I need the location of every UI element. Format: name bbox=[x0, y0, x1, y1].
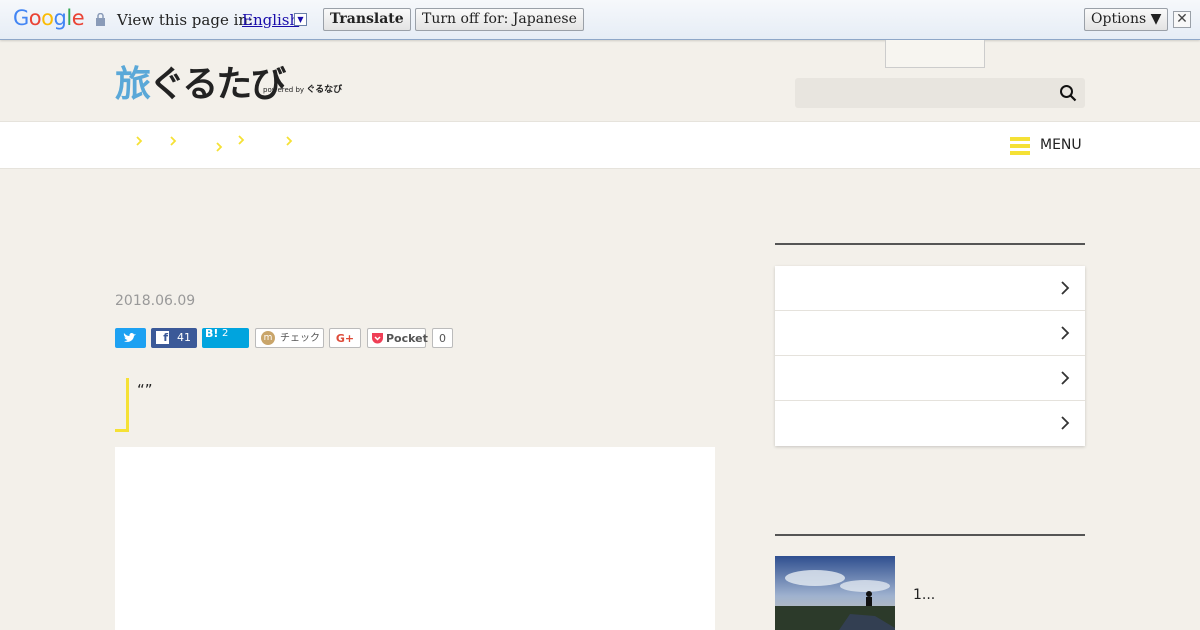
options-button[interactable]: Options ▼ bbox=[1084, 8, 1169, 31]
breadcrumb: MENU bbox=[0, 121, 1200, 169]
sidebar-item[interactable] bbox=[775, 401, 1085, 446]
quote-bracket bbox=[115, 378, 129, 432]
hero-image bbox=[115, 447, 715, 630]
translate-bar: Google View this page in: English ▼ Tran… bbox=[0, 0, 1200, 40]
chevron-right-icon bbox=[1061, 281, 1070, 295]
landscape-image bbox=[775, 556, 895, 630]
ranking-item-title[interactable]: 1... bbox=[913, 587, 935, 603]
site-logo[interactable]: 旅ぐるたび powered by ぐるなび bbox=[115, 55, 342, 105]
chevron-right-icon bbox=[136, 136, 143, 146]
hamburger-icon bbox=[1010, 137, 1030, 155]
translate-button[interactable]: Translate bbox=[323, 8, 411, 31]
twitter-share-button[interactable] bbox=[115, 328, 146, 348]
ad-slot bbox=[885, 40, 985, 68]
pocket-label: Pocket bbox=[386, 332, 428, 345]
facebook-icon: f bbox=[156, 331, 169, 344]
translate-prompt: View this page in: bbox=[117, 11, 254, 29]
chevron-right-icon bbox=[216, 142, 223, 152]
pocket-count: 0 bbox=[432, 328, 453, 348]
lock-icon bbox=[96, 13, 105, 26]
google-plus-button[interactable]: G+ bbox=[329, 328, 361, 348]
language-link[interactable]: English bbox=[242, 11, 299, 29]
ranking-thumbnail[interactable] bbox=[775, 556, 895, 630]
chevron-right-icon bbox=[1061, 371, 1070, 385]
search-input[interactable] bbox=[795, 78, 1085, 108]
google-logo: Google bbox=[13, 6, 85, 30]
check-label: チェック bbox=[280, 333, 320, 344]
sidebar-list bbox=[775, 266, 1085, 446]
twitter-icon bbox=[123, 332, 136, 342]
pocket-button[interactable]: Pocket bbox=[367, 328, 428, 348]
chevron-right-icon bbox=[1061, 416, 1070, 430]
sidebar-item[interactable] bbox=[775, 311, 1085, 356]
hatena-share-button[interactable]: B! 2 bbox=[202, 327, 249, 348]
chevron-right-icon bbox=[1061, 326, 1070, 340]
menu-button[interactable]: MENU bbox=[1008, 134, 1088, 158]
sidebar-divider bbox=[775, 534, 1085, 536]
chevron-right-icon bbox=[286, 136, 293, 146]
facebook-count: 41 bbox=[177, 331, 191, 344]
menu-label: MENU bbox=[1040, 137, 1082, 153]
sidebar-divider bbox=[775, 243, 1085, 245]
mixi-icon: m bbox=[261, 331, 275, 345]
turn-off-button[interactable]: Turn off for: Japanese bbox=[415, 8, 584, 31]
sidebar-item[interactable] bbox=[775, 356, 1085, 401]
quote-text: “” bbox=[137, 381, 153, 399]
article-date: 2018.06.09 bbox=[115, 293, 196, 309]
facebook-share-button[interactable]: f 41 bbox=[151, 328, 197, 348]
search-icon[interactable] bbox=[1059, 84, 1077, 102]
logo-text: 旅ぐるたび bbox=[115, 64, 286, 105]
logo-powered-by: powered by ぐるなび bbox=[263, 85, 343, 95]
hatena-count: 2 bbox=[222, 328, 229, 339]
hatena-icon: B! bbox=[205, 327, 219, 340]
close-icon[interactable]: ✕ bbox=[1173, 11, 1191, 28]
chevron-right-icon bbox=[238, 135, 245, 145]
pocket-icon bbox=[372, 333, 383, 344]
language-dropdown-icon[interactable]: ▼ bbox=[294, 13, 307, 26]
mixi-check-button[interactable]: m チェック bbox=[255, 328, 324, 348]
chevron-right-icon bbox=[170, 136, 177, 146]
sidebar-item[interactable] bbox=[775, 266, 1085, 311]
